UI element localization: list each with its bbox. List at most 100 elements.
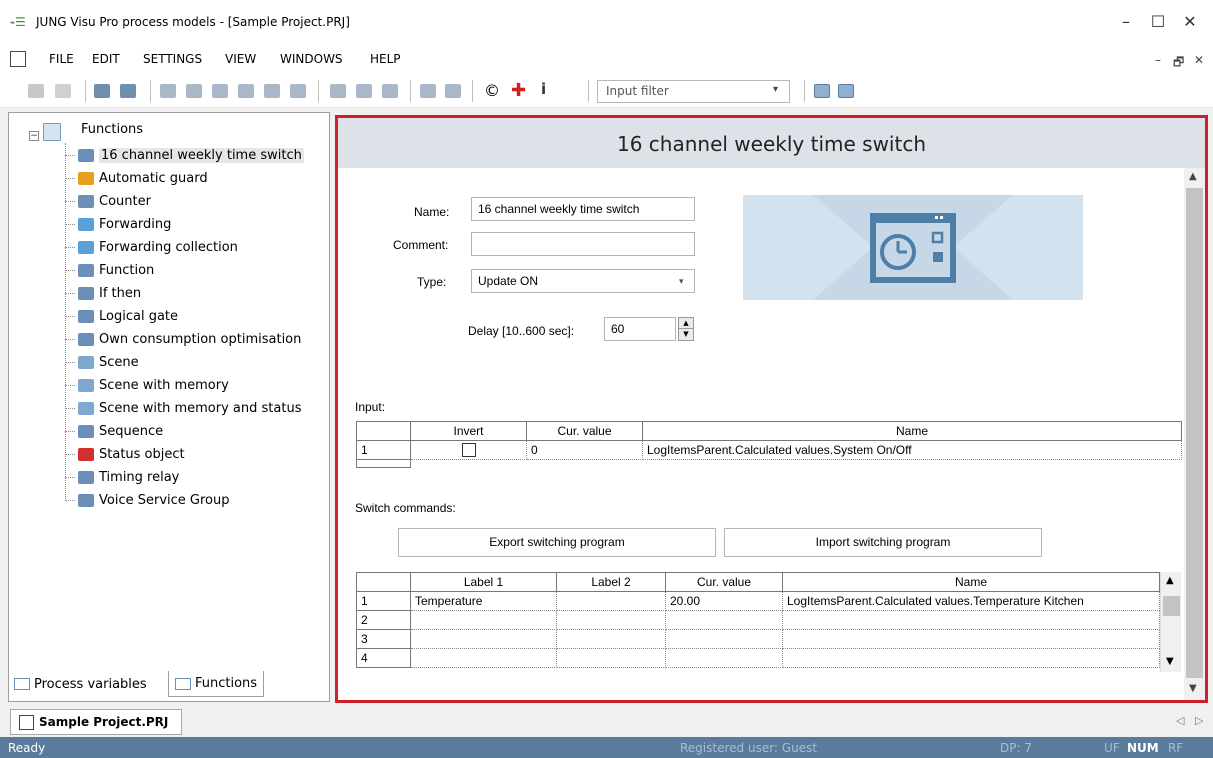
- table-row[interactable]: 1 0 LogItemsParent.Calculated values.Sys…: [356, 440, 1182, 460]
- copy-variable-icon[interactable]: [238, 84, 254, 98]
- column-header-cur-value[interactable]: Cur. value: [665, 572, 783, 592]
- tree-item[interactable]: Voice Service Group: [65, 489, 229, 511]
- collapse-icon[interactable]: [445, 84, 461, 98]
- chevron-down-icon[interactable]: ▼: [1189, 683, 1197, 694]
- chevron-up-icon[interactable]: ▲: [1189, 171, 1197, 182]
- open-icon[interactable]: [55, 84, 71, 98]
- name-cell[interactable]: [782, 610, 1160, 630]
- chevron-down-icon[interactable]: ▼: [1166, 656, 1174, 667]
- menu-file[interactable]: FILE: [49, 52, 74, 66]
- label1-cell[interactable]: [410, 629, 557, 649]
- export-switching-program-button[interactable]: Export switching program: [398, 528, 716, 557]
- minimize-button[interactable]: –: [1116, 12, 1136, 31]
- mdi-minimize-button[interactable]: –: [1155, 53, 1161, 67]
- view-list-icon[interactable]: [838, 84, 854, 98]
- copyright-icon[interactable]: ©: [484, 81, 500, 100]
- comment-field[interactable]: [471, 232, 695, 256]
- tree-item[interactable]: Counter: [65, 190, 151, 212]
- delay-stepper[interactable]: ▲ ▼: [678, 317, 694, 341]
- import-switching-program-button[interactable]: Import switching program: [724, 528, 1042, 557]
- tab-scroll-left-icon[interactable]: ◁: [1176, 714, 1184, 727]
- tree-item[interactable]: Scene with memory and status: [65, 397, 301, 419]
- label1-cell[interactable]: [410, 648, 557, 668]
- name-cell[interactable]: [782, 629, 1160, 649]
- message-edit-icon[interactable]: [356, 84, 372, 98]
- label2-cell[interactable]: [556, 591, 666, 611]
- chevron-down-icon[interactable]: ▾: [773, 84, 778, 95]
- table-row[interactable]: 3: [356, 629, 1160, 649]
- table-row[interactable]: 4: [356, 648, 1160, 668]
- table-row[interactable]: 2: [356, 610, 1160, 630]
- label1-cell[interactable]: [410, 610, 557, 630]
- table-row[interactable]: 1 Temperature 20.00 LogItemsParent.Calcu…: [356, 591, 1160, 611]
- mdi-close-button[interactable]: ✕: [1194, 53, 1204, 67]
- detail-scrollbar[interactable]: ▲ ▼: [1184, 168, 1205, 700]
- invert-cell[interactable]: [410, 440, 527, 460]
- add-variable-icon[interactable]: [186, 84, 202, 98]
- type-select[interactable]: Update ON: [471, 269, 695, 293]
- expand-icon[interactable]: [420, 84, 436, 98]
- close-button[interactable]: ✕: [1180, 12, 1200, 31]
- column-header-label1[interactable]: Label 1: [410, 572, 557, 592]
- tab-scroll-right-icon[interactable]: ▷: [1195, 714, 1203, 727]
- edit-variable-icon[interactable]: [212, 84, 228, 98]
- menu-view[interactable]: VIEW: [225, 52, 256, 66]
- column-header-name[interactable]: Name: [782, 572, 1160, 592]
- chevron-down-icon[interactable]: ▾: [679, 277, 684, 287]
- tree-item[interactable]: Logical gate: [65, 305, 178, 327]
- scroll-thumb[interactable]: [1163, 596, 1180, 616]
- tree-root-functions[interactable]: Functions: [81, 122, 143, 137]
- tab-process-variables[interactable]: Process variables: [8, 671, 153, 697]
- column-header-invert[interactable]: Invert: [410, 421, 527, 441]
- menu-edit[interactable]: EDIT: [92, 52, 120, 66]
- menu-help[interactable]: HELP: [370, 52, 401, 66]
- chevron-up-icon[interactable]: ▲: [1166, 575, 1174, 586]
- table-scrollbar[interactable]: ▲ ▼: [1160, 572, 1181, 672]
- new-icon[interactable]: [28, 84, 44, 98]
- column-header-label2[interactable]: Label 2: [556, 572, 666, 592]
- label2-cell[interactable]: [556, 610, 666, 630]
- tree-item[interactable]: Status object: [65, 443, 185, 465]
- collapse-toggle[interactable]: −: [29, 131, 39, 141]
- menu-windows[interactable]: WINDOWS: [280, 52, 343, 66]
- tree-item[interactable]: Automatic guard: [65, 167, 208, 189]
- move-right-icon[interactable]: [120, 84, 136, 98]
- tree-item[interactable]: Forwarding: [65, 213, 171, 235]
- tree-item[interactable]: Forwarding collection: [65, 236, 238, 258]
- message-icon[interactable]: [330, 84, 346, 98]
- scroll-thumb[interactable]: [1186, 188, 1203, 678]
- tree-item[interactable]: 16 channel weekly time switch: [65, 144, 304, 166]
- variable-icon[interactable]: [160, 84, 176, 98]
- info-icon[interactable]: i: [541, 80, 557, 98]
- tab-sample-project[interactable]: Sample Project.PRJ: [10, 709, 182, 735]
- tab-functions[interactable]: Functions: [168, 671, 265, 697]
- name-field[interactable]: 16 channel weekly time switch: [471, 197, 695, 221]
- delay-field[interactable]: 60: [604, 317, 676, 341]
- menu-settings[interactable]: SETTINGS: [143, 52, 202, 66]
- label1-cell[interactable]: Temperature: [410, 591, 557, 611]
- name-cell[interactable]: LogItemsParent.Calculated values.System …: [642, 440, 1182, 460]
- invert-checkbox[interactable]: [461, 443, 476, 458]
- document-icon[interactable]: [10, 51, 26, 67]
- label2-cell[interactable]: [556, 648, 666, 668]
- label2-cell[interactable]: [556, 629, 666, 649]
- tree-item[interactable]: Sequence: [65, 420, 163, 442]
- view-grid-icon[interactable]: [814, 84, 830, 98]
- tree-item[interactable]: Scene: [65, 351, 139, 373]
- name-cell[interactable]: [782, 648, 1160, 668]
- delete-variable-icon[interactable]: [264, 84, 280, 98]
- maximize-button[interactable]: ☐: [1148, 12, 1168, 31]
- tree-item[interactable]: Scene with memory: [65, 374, 229, 396]
- help-plus-icon[interactable]: ✚: [511, 80, 527, 101]
- name-cell[interactable]: LogItemsParent.Calculated values.Tempera…: [782, 591, 1160, 611]
- export-variable-icon[interactable]: [290, 84, 306, 98]
- mdi-restore-button[interactable]: 🗗: [1173, 53, 1184, 74]
- column-header-name[interactable]: Name: [642, 421, 1182, 441]
- tree-item[interactable]: Timing relay: [65, 466, 179, 488]
- column-header-cur-value[interactable]: Cur. value: [526, 421, 643, 441]
- tree-item[interactable]: If then: [65, 282, 141, 304]
- tree-item[interactable]: Function: [65, 259, 154, 281]
- message-delete-icon[interactable]: [382, 84, 398, 98]
- move-left-icon[interactable]: [94, 84, 110, 98]
- tree-item[interactable]: Own consumption optimisation: [65, 328, 301, 350]
